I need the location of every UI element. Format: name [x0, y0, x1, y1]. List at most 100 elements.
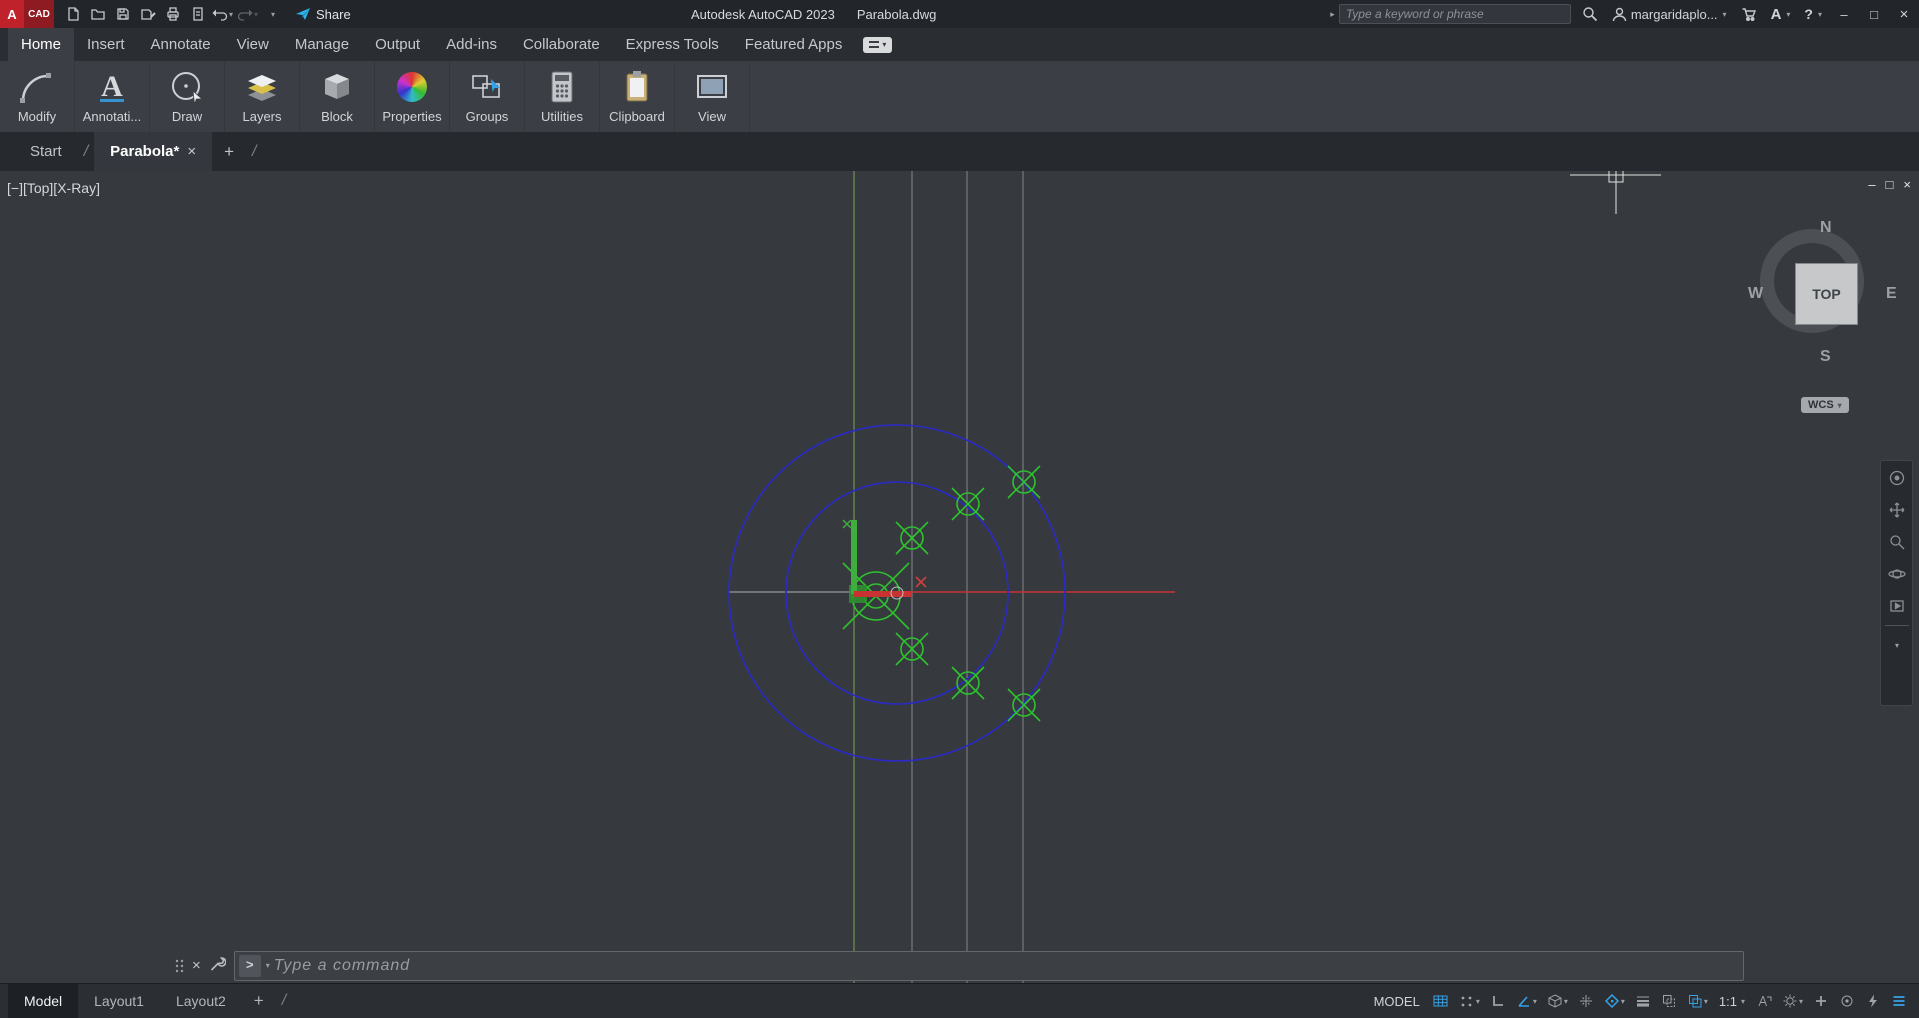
point-marker-3[interactable]	[896, 522, 928, 554]
search-expand-icon[interactable]: ▸	[1330, 9, 1335, 20]
ortho-toggle[interactable]	[1486, 991, 1510, 1011]
isodraft-toggle[interactable]: ▾	[1543, 991, 1572, 1011]
command-line-grip[interactable]	[175, 958, 184, 974]
polar-tracking-toggle[interactable]: ▾	[1512, 991, 1541, 1011]
window-minimize-button[interactable]: –	[1829, 0, 1859, 28]
new-file-button[interactable]	[60, 1, 85, 27]
cart-button[interactable]	[1734, 0, 1764, 28]
model-space-button[interactable]: MODEL	[1368, 992, 1426, 1011]
navbar-menu-button[interactable]: ▾	[1884, 632, 1910, 658]
sheet-set-button[interactable]	[185, 1, 210, 27]
redo-button[interactable]: ▾	[235, 1, 260, 27]
pan-button[interactable]	[1884, 497, 1910, 523]
user-name: margaridaplo...	[1631, 7, 1718, 22]
model-space-canvas[interactable]	[0, 171, 1919, 983]
viewcube-west[interactable]: W	[1748, 285, 1763, 303]
ribbon-tab-annotate[interactable]: Annotate	[138, 28, 224, 61]
ucs-icon[interactable]	[843, 520, 926, 603]
command-line-customize-button[interactable]	[209, 956, 226, 976]
ribbon-tab-express-tools[interactable]: Express Tools	[613, 28, 732, 61]
showmotion-button[interactable]	[1884, 593, 1910, 619]
ribbon-tab-collaborate[interactable]: Collaborate	[510, 28, 613, 61]
help-button[interactable]: ? ▾	[1797, 0, 1829, 28]
isolate-objects-button[interactable]	[1835, 991, 1859, 1011]
graphics-performance-button[interactable]	[1861, 991, 1885, 1011]
user-account-button[interactable]: margaridaplo... ▾	[1605, 0, 1734, 28]
ribbon-tab-insert[interactable]: Insert	[74, 28, 138, 61]
save-as-button[interactable]	[135, 1, 160, 27]
ribbon-display-options-button[interactable]: ▾	[863, 37, 892, 53]
viewcube-top-face[interactable]: TOP	[1795, 263, 1858, 325]
point-marker-2[interactable]	[952, 488, 984, 520]
snap-toggle[interactable]: ▾	[1455, 991, 1484, 1011]
ribbon-panel-utilities[interactable]: Utilities	[525, 61, 600, 132]
point-marker-6[interactable]	[1008, 689, 1040, 721]
viewcube-south[interactable]: S	[1820, 348, 1831, 366]
command-prompt-icon[interactable]: >	[239, 955, 261, 977]
point-marker-4[interactable]	[896, 633, 928, 665]
object-snap-tracking-toggle[interactable]	[1574, 991, 1598, 1011]
new-drawing-tab-button[interactable]: +	[212, 132, 246, 171]
layout-tab-model[interactable]: Model	[8, 984, 78, 1018]
window-close-button[interactable]: ×	[1889, 0, 1919, 28]
viewport-controls-label[interactable]: [−][Top][X-Ray]	[7, 180, 100, 196]
ribbon-panel-groups[interactable]: Groups	[450, 61, 525, 132]
file-tab-close-icon[interactable]: ×	[187, 143, 196, 160]
plot-button[interactable]	[160, 1, 185, 27]
viewport-minimize-button[interactable]: –	[1868, 177, 1875, 192]
transparency-toggle[interactable]	[1657, 991, 1681, 1011]
ribbon-tab-view[interactable]: View	[224, 28, 282, 61]
ribbon-panel-annotation[interactable]: A Annotati...	[75, 61, 150, 132]
annotation-autoscale-toggle[interactable]	[1752, 991, 1776, 1011]
ribbon-tab-manage[interactable]: Manage	[282, 28, 362, 61]
viewcube-east[interactable]: E	[1886, 285, 1897, 303]
ribbon-tab-addins[interactable]: Add-ins	[433, 28, 510, 61]
open-file-button[interactable]	[85, 1, 110, 27]
point-marker-5[interactable]	[952, 667, 984, 699]
ribbon-tab-output[interactable]: Output	[362, 28, 433, 61]
file-tab-start[interactable]: Start	[14, 132, 78, 171]
ribbon-panel-modify[interactable]: Modify	[0, 61, 75, 132]
workspace-switching-button[interactable]: ▾	[1778, 991, 1807, 1011]
undo-button[interactable]: ▾	[210, 1, 235, 27]
command-history-caret-icon[interactable]: ▾	[266, 961, 270, 970]
lineweight-toggle[interactable]	[1631, 991, 1655, 1011]
command-line-close-button[interactable]: ×	[192, 957, 201, 974]
ribbon-panel-block[interactable]: Block	[300, 61, 375, 132]
ribbon-panel-layers[interactable]: Layers	[225, 61, 300, 132]
object-snap-toggle[interactable]: ▾	[1600, 991, 1629, 1011]
ribbon-panel-clipboard[interactable]: Clipboard	[600, 61, 675, 132]
selection-cycling-toggle[interactable]: ▾	[1683, 991, 1712, 1011]
model-space-viewport[interactable]: [−][Top][X-Ray] – □ × N W E S TOP WCS ▾ …	[0, 171, 1919, 983]
nav-wheel-button[interactable]	[1884, 465, 1910, 491]
autodesk-app-button[interactable]: A ▾	[1764, 0, 1798, 28]
wcs-selector[interactable]: WCS ▾	[1801, 397, 1849, 413]
command-input[interactable]	[274, 957, 1743, 975]
ribbon-tab-featured-apps[interactable]: Featured Apps	[732, 28, 856, 61]
viewport-restore-button[interactable]: □	[1886, 177, 1894, 192]
ribbon-tab-home[interactable]: Home	[8, 28, 74, 61]
ribbon-panel-properties[interactable]: Properties	[375, 61, 450, 132]
status-customize-button[interactable]	[1809, 991, 1833, 1011]
viewport-close-button[interactable]: ×	[1903, 177, 1911, 192]
qat-customize-button[interactable]: ▾	[260, 1, 285, 27]
save-button[interactable]	[110, 1, 135, 27]
point-marker-1[interactable]	[1008, 466, 1040, 498]
autocad-logo[interactable]: A CAD	[0, 0, 54, 28]
layout-tab-layout2[interactable]: Layout2	[160, 984, 242, 1018]
ribbon-panel-draw[interactable]: Draw	[150, 61, 225, 132]
layout-tab-layout1[interactable]: Layout1	[78, 984, 160, 1018]
new-layout-button[interactable]: +	[242, 991, 276, 1011]
keyword-search-input[interactable]	[1346, 5, 1564, 23]
window-maximize-button[interactable]: □	[1859, 0, 1889, 28]
search-button[interactable]	[1575, 0, 1605, 28]
viewcube-north[interactable]: N	[1820, 219, 1832, 237]
clean-screen-button[interactable]	[1887, 991, 1911, 1011]
file-tab-parabola[interactable]: Parabola* ×	[94, 132, 212, 171]
share-button[interactable]: Share	[295, 6, 351, 22]
ribbon-panel-view[interactable]: View	[675, 61, 750, 132]
orbit-button[interactable]	[1884, 561, 1910, 587]
grid-toggle[interactable]	[1428, 991, 1453, 1011]
zoom-button[interactable]	[1884, 529, 1910, 555]
annotation-scale-button[interactable]: 1:1 ▾	[1714, 992, 1750, 1011]
